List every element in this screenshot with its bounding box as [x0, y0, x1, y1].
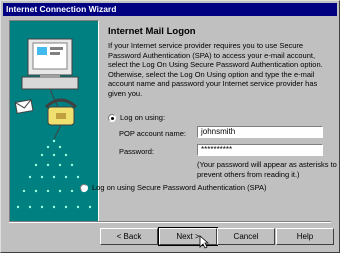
mouse-cursor-icon	[199, 235, 209, 249]
pop-account-name-field[interactable]: johnsmith	[197, 126, 323, 138]
log-on-using-label[interactable]: Log on using:	[120, 113, 165, 122]
wizard-window: Internet Connection Wizard Internet Mail…	[0, 0, 340, 253]
intro-text: If your Internet service provider requir…	[108, 41, 323, 98]
title-bar[interactable]: Internet Connection Wizard	[3, 3, 337, 16]
page-heading: Internet Mail Logon	[108, 26, 196, 37]
password-label: Password:	[119, 147, 155, 156]
spa-radio[interactable]	[80, 184, 88, 192]
help-button[interactable]: Help	[276, 228, 334, 245]
password-field[interactable]: **********	[197, 144, 323, 156]
window-title: Internet Connection Wizard	[6, 4, 117, 14]
pop-account-name-label: POP account name:	[119, 129, 186, 138]
log-on-using-radio[interactable]	[108, 114, 116, 122]
button-separator	[9, 221, 331, 223]
spa-label[interactable]: Log on using Secure Password Authenticat…	[92, 183, 267, 192]
password-note: (Your password will appear as asterisks …	[197, 160, 337, 179]
cancel-button[interactable]: Cancel	[217, 228, 275, 245]
back-button[interactable]: < Back	[100, 228, 158, 245]
